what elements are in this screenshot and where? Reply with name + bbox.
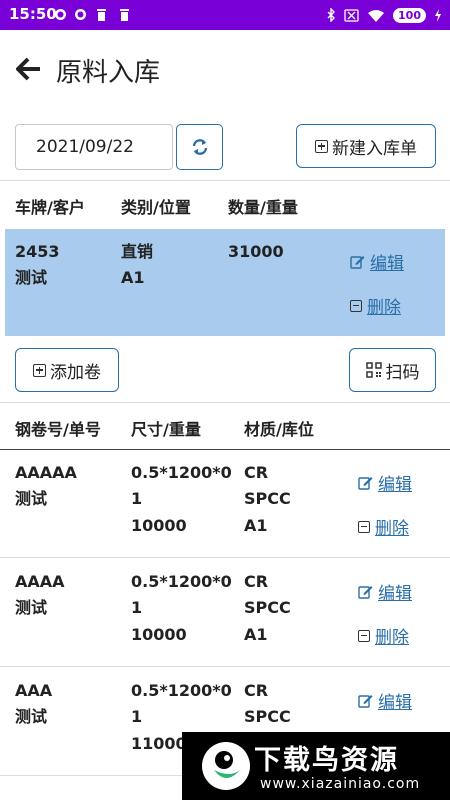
coil-size: 0.5*1200*0 — [131, 572, 232, 591]
sim-off-icon — [344, 8, 359, 22]
back-arrow-icon[interactable] — [16, 56, 42, 82]
coil-weight: 10000 — [131, 625, 187, 644]
coil-order: 测试 — [15, 707, 48, 726]
coil-grade: SPCC — [244, 489, 291, 508]
coil-number: AAA — [15, 681, 53, 700]
scan-label: 扫码 — [385, 362, 420, 383]
wifi-icon — [368, 9, 385, 22]
coil-delete-link[interactable]: 删除 — [358, 514, 409, 539]
divider — [0, 402, 450, 403]
coil-material: CR — [244, 572, 269, 591]
coil-edit-label: 编辑 — [378, 475, 412, 495]
order-header-plate: 车牌/客户 — [15, 198, 85, 217]
refresh-icon — [192, 139, 207, 155]
add-box-icon — [315, 139, 328, 153]
order-header-quantity: 数量/重量 — [228, 198, 298, 217]
order-delete-label: 删除 — [367, 298, 401, 318]
coil-material: CR — [244, 463, 269, 482]
notification-dot-icon — [55, 9, 66, 20]
coil-delete-link[interactable]: 删除 — [358, 623, 409, 648]
coil-location: A1 — [244, 625, 268, 644]
coil-size-cont: 1 — [131, 598, 143, 617]
coil-size-cont: 1 — [131, 489, 143, 508]
coil-order: 测试 — [15, 598, 48, 617]
minus-box-icon — [358, 520, 370, 533]
trash-icon — [97, 9, 106, 21]
minus-box-icon — [350, 299, 362, 312]
charging-icon — [435, 8, 441, 22]
edit-icon — [358, 695, 373, 708]
coil-header-number: 钢卷号/单号 — [15, 420, 101, 439]
qrcode-icon — [365, 362, 382, 378]
trash-icon — [120, 9, 129, 21]
edit-icon — [350, 256, 365, 269]
watermark-banner: 下载鸟资源 www.xiazainiao.com — [182, 732, 450, 800]
coil-location: A1 — [244, 516, 268, 535]
coil-edit-label: 编辑 — [378, 693, 412, 713]
watermark-url: www.xiazainiao.com — [260, 776, 421, 792]
coil-material: CR — [244, 681, 269, 700]
new-order-label: 新建入库单 — [332, 138, 417, 159]
battery-level: 100 — [393, 7, 426, 23]
edit-icon — [358, 477, 373, 490]
row-divider — [0, 666, 450, 667]
order-position: A1 — [121, 268, 145, 287]
order-customer: 测试 — [15, 268, 48, 287]
status-icons: 100 — [326, 6, 442, 24]
coil-delete-label: 删除 — [375, 628, 409, 648]
coil-edit-label: 编辑 — [378, 584, 412, 604]
add-box-icon — [33, 363, 46, 377]
coil-grade: SPCC — [244, 598, 291, 617]
order-row-selected[interactable] — [5, 229, 445, 336]
coil-size: 0.5*1200*0 — [131, 463, 232, 482]
coil-delete-label: 删除 — [375, 519, 409, 539]
coil-header-size: 尺寸/重量 — [131, 420, 201, 439]
coil-weight: 11000 — [131, 734, 187, 753]
coil-weight: 10000 — [131, 516, 187, 535]
refresh-button[interactable] — [176, 124, 223, 170]
bluetooth-icon — [327, 8, 336, 22]
date-picker[interactable]: 2021/09/22 — [15, 124, 173, 170]
edit-icon — [358, 586, 373, 599]
status-bar: 15:50 100 — [0, 0, 450, 30]
order-delete-link[interactable]: 删除 — [350, 293, 401, 318]
add-coil-label: 添加卷 — [50, 362, 101, 383]
row-divider — [0, 557, 450, 558]
minus-box-icon — [358, 629, 370, 642]
coil-number: AAAA — [15, 572, 65, 591]
notification-dot-icon — [75, 9, 86, 20]
bird-logo-icon — [202, 742, 250, 790]
order-edit-label: 编辑 — [370, 254, 404, 274]
new-order-button[interactable]: 新建入库单 — [296, 124, 436, 168]
header-divider — [0, 449, 450, 450]
order-header-category: 类别/位置 — [121, 198, 191, 217]
coil-edit-link[interactable]: 编辑 — [358, 470, 412, 495]
coil-number: AAAAA — [15, 463, 77, 482]
coil-order: 测试 — [15, 489, 48, 508]
coil-header-material: 材质/库位 — [244, 420, 314, 439]
add-coil-button[interactable]: 添加卷 — [15, 348, 119, 392]
watermark-brand: 下载鸟资源 — [254, 745, 399, 776]
coil-edit-link[interactable]: 编辑 — [358, 579, 412, 604]
order-edit-link[interactable]: 编辑 — [350, 249, 404, 274]
status-time: 15:50 — [9, 5, 57, 23]
coil-size: 0.5*1200*0 — [131, 681, 232, 700]
order-quantity: 31000 — [228, 242, 284, 261]
coil-size-cont: 1 — [131, 707, 143, 726]
divider — [0, 180, 450, 181]
coil-grade: SPCC — [244, 707, 291, 726]
page-title: 原料入库 — [56, 58, 161, 88]
order-plate: 2453 — [15, 242, 60, 261]
app-header: 原料入库 — [0, 30, 450, 110]
scan-button[interactable]: 扫码 — [349, 348, 436, 392]
coil-edit-link[interactable]: 编辑 — [358, 688, 412, 713]
order-category: 直销 — [121, 242, 154, 261]
